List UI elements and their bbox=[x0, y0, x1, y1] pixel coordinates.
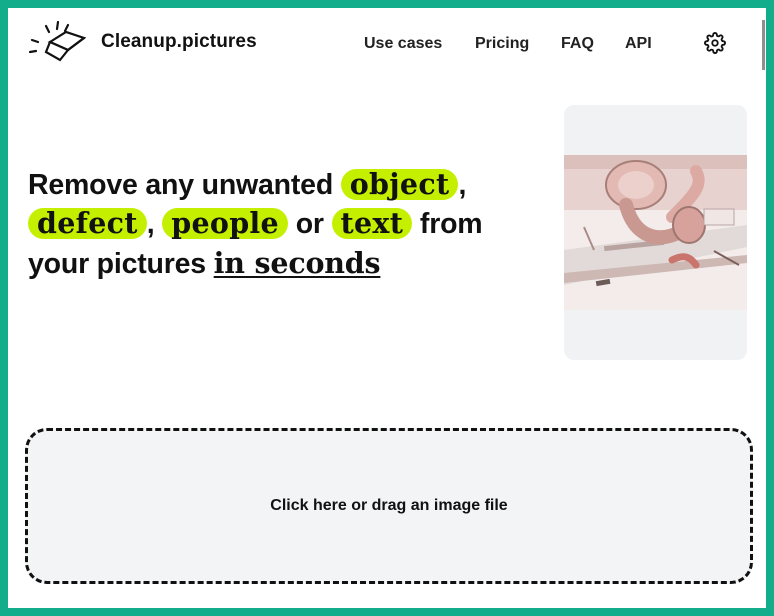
upload-dropzone[interactable]: Click here or drag an image file bbox=[25, 428, 753, 584]
top-nav: Use cases Pricing FAQ API bbox=[8, 35, 766, 55]
highlight-people: people bbox=[162, 208, 288, 239]
headline-comma: , bbox=[146, 208, 163, 240]
nav-faq[interactable]: FAQ bbox=[561, 35, 594, 53]
underlined-phrase: in seconds bbox=[213, 246, 381, 280]
headline-text: or bbox=[287, 208, 332, 240]
headline-text: Remove any unwanted bbox=[28, 169, 341, 201]
headline-text: your pictures bbox=[28, 248, 214, 280]
preview-image[interactable] bbox=[564, 105, 747, 360]
app-frame: Cleanup.pictures Use cases Pricing FAQ A… bbox=[8, 8, 766, 608]
nav-use-cases[interactable]: Use cases bbox=[364, 35, 442, 53]
nav-pricing[interactable]: Pricing bbox=[475, 35, 529, 53]
settings-button[interactable] bbox=[704, 32, 726, 54]
hero-headline: Remove any unwanted object, defect, peopl… bbox=[28, 166, 548, 284]
highlight-text: text bbox=[331, 208, 413, 239]
highlight-defect: defect bbox=[28, 208, 147, 239]
upload-label: Click here or drag an image file bbox=[270, 497, 508, 514]
highlight-object: object bbox=[340, 169, 459, 200]
headline-comma: , bbox=[458, 169, 467, 201]
nav-api[interactable]: API bbox=[625, 35, 652, 53]
headline-text: from bbox=[412, 208, 483, 240]
gear-icon bbox=[704, 32, 726, 54]
headphones-photo bbox=[564, 155, 747, 310]
